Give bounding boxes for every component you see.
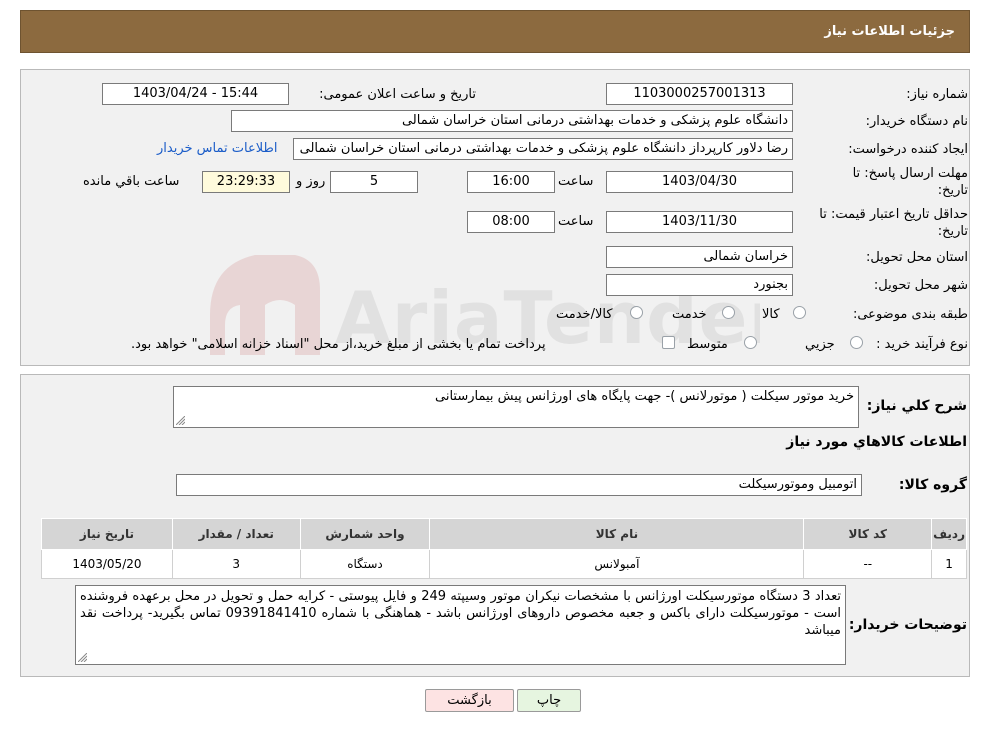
remaining-time-label: ساعت باقي مانده [83, 174, 180, 189]
buyer-org-label: نام دستگاه خریدار: [865, 114, 968, 129]
cell-code: -- [803, 549, 933, 579]
price-validity-time-field: 08:00 [467, 211, 555, 233]
cell-name: آمبولانس [429, 549, 805, 579]
summary-label: شرح کلي نياز: [866, 398, 967, 414]
process-radio-medium[interactable] [744, 336, 757, 349]
category-radio-goods[interactable] [793, 306, 806, 319]
category-radio-goods-service[interactable] [630, 306, 643, 319]
price-validity-date-field: 1403/11/30 [606, 211, 793, 233]
delivery-province-label: استان محل تحویل: [866, 250, 968, 265]
page-header: جزئیات اطلاعات نیاز [20, 10, 970, 53]
buyer-org-field: دانشگاه علوم پزشکی و خدمات بهداشتی درمان… [231, 110, 793, 132]
reply-deadline-time-field: 16:00 [467, 171, 555, 193]
col-header-code: کد کالا [803, 518, 933, 550]
col-header-name: نام کالا [429, 518, 805, 550]
goods-table-header: رديف کد کالا نام کالا واحد شمارش تعداد /… [41, 518, 967, 550]
requester-field: رضا دلاور کارپرداز دانشگاه علوم پزشکی و … [293, 138, 793, 160]
price-validity-label: حداقل تاریخ اعتبار قیمت: تا [819, 207, 968, 222]
goods-group-label: گروه کالا: [898, 477, 967, 493]
price-validity-time-label: ساعت [558, 214, 594, 229]
delivery-city-label: شهر محل تحویل: [873, 278, 968, 293]
cell-date: 1403/05/20 [41, 549, 173, 579]
page-title: جزئیات اطلاعات نیاز [824, 24, 955, 39]
cell-quantity: 3 [171, 549, 301, 579]
reply-deadline-date-field: 1403/04/30 [606, 171, 793, 193]
buyer-contact-link[interactable]: اطلاعات تماس خریدار [157, 141, 277, 156]
category-option-goods-service: کالا/خدمت [556, 307, 613, 322]
cell-row: 1 [931, 549, 967, 579]
col-header-date: تاريخ نياز [41, 518, 173, 550]
col-header-row: رديف [931, 518, 967, 550]
category-option-service: خدمت [672, 307, 707, 322]
category-label: طبقه بندی موضوعی: [852, 307, 968, 322]
process-option-medium: متوسط [687, 337, 728, 352]
reply-deadline-time-label: ساعت [558, 174, 594, 189]
reply-deadline-label: مهلت ارسال پاسخ: تا [852, 166, 968, 181]
print-button[interactable]: چاپ [517, 689, 581, 712]
need-number-label: شماره نیاز: [906, 87, 968, 102]
remaining-days-label: روز و [296, 174, 326, 189]
goods-section-title: اطلاعات کالاهاي مورد نياز [786, 434, 967, 450]
category-radio-service[interactable] [722, 306, 735, 319]
process-option-minor: جزيي [805, 337, 835, 352]
reply-deadline-label-2: تاریخ: [937, 183, 968, 198]
category-option-goods: کالا [762, 307, 780, 322]
need-number-field: 1103000257001313 [606, 83, 793, 105]
cell-unit: دستگاه [299, 549, 431, 579]
treasury-checkbox[interactable] [662, 336, 675, 349]
summary-field: خرید موتور سیکلت ( موتورلانس )- جهت پایگ… [173, 386, 859, 428]
buyer-notes-label: توضیحات خریدار: [848, 617, 967, 633]
process-radio-minor[interactable] [850, 336, 863, 349]
back-button[interactable]: بازگشت [425, 689, 514, 712]
goods-group-field: اتومبیل وموتورسیکلت [176, 474, 862, 496]
price-validity-label-2: تاریخ: [937, 224, 968, 239]
treasury-note: پرداخت تمام یا بخشی از مبلغ خرید،از محل … [131, 337, 546, 352]
buyer-notes-field: تعداد 3 دستگاه موتورسیکلت اورژانس با مشخ… [75, 585, 846, 665]
summary-resize-grip[interactable] [176, 416, 185, 425]
delivery-province-field: خراسان شمالی [606, 246, 793, 268]
col-header-quantity: تعداد / مقدار [171, 518, 301, 550]
process-type-label: نوع فرآیند خرید : [876, 337, 968, 352]
remaining-time-field: 23:29:33 [202, 171, 290, 193]
goods-table: رديف کد کالا نام کالا واحد شمارش تعداد /… [41, 518, 967, 579]
delivery-city-field: بجنورد [606, 274, 793, 296]
announce-datetime-field: 1403/04/24 - 15:44 [102, 83, 289, 105]
notes-resize-grip[interactable] [78, 653, 87, 662]
announce-datetime-label: تاریخ و ساعت اعلان عمومی: [319, 87, 476, 102]
requester-label: ایجاد کننده درخواست: [848, 142, 968, 157]
remaining-days-field: 5 [330, 171, 418, 193]
table-row: 1 -- آمبولانس دستگاه 3 1403/05/20 [41, 549, 967, 579]
col-header-unit: واحد شمارش [299, 518, 431, 550]
